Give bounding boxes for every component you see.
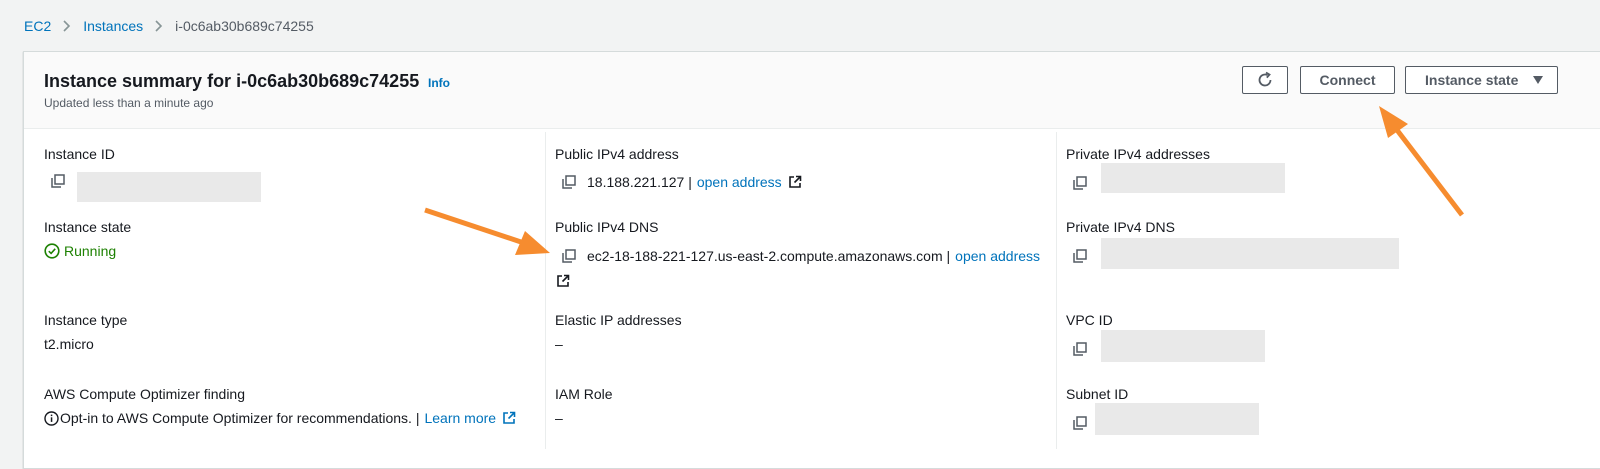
external-link-icon[interactable] — [788, 175, 802, 189]
breadcrumb: EC2 Instances i-0c6ab30b689c74255 — [24, 16, 314, 36]
public-dns-label: Public IPv4 DNS — [555, 219, 659, 235]
external-link-icon[interactable] — [502, 411, 516, 425]
instance-state-label: Instance state — [44, 219, 132, 235]
instance-id-label: Instance ID — [44, 146, 115, 162]
caret-down-icon — [1532, 75, 1544, 85]
vpc-id-value — [1073, 342, 1098, 356]
redacted-subnet-id — [1095, 403, 1259, 435]
open-address-link[interactable]: open address — [955, 248, 1040, 264]
instance-id-value — [51, 174, 76, 188]
chevron-right-icon — [155, 20, 163, 32]
vpc-id-label: VPC ID — [1066, 312, 1113, 328]
running-status: Running — [64, 243, 117, 259]
subnet-id-label: Subnet ID — [1066, 386, 1129, 402]
redacted-vpc-id — [1101, 330, 1265, 362]
instance-state-dropdown[interactable]: Instance state — [1405, 66, 1558, 94]
copy-icon[interactable] — [562, 249, 576, 263]
private-ipv4-label: Private IPv4 addresses — [1066, 146, 1210, 162]
instance-state-value: Running — [44, 243, 116, 259]
refresh-icon — [1256, 71, 1274, 89]
copy-icon[interactable] — [1073, 416, 1087, 430]
public-ipv4-value: 18.188.221.127 | open address — [562, 174, 802, 190]
refresh-button[interactable] — [1242, 66, 1288, 94]
instance-type-label: Instance type — [44, 312, 128, 328]
connect-button[interactable]: Connect — [1300, 66, 1395, 94]
copy-icon[interactable] — [1073, 342, 1087, 356]
instance-type-value: t2.micro — [44, 336, 94, 352]
instance-state-dropdown-label: Instance state — [1425, 72, 1519, 88]
copy-icon[interactable] — [51, 174, 65, 188]
info-circle-icon — [44, 410, 59, 426]
open-address-link[interactable]: open address — [697, 174, 782, 190]
breadcrumb-ec2[interactable]: EC2 — [24, 18, 51, 34]
optimizer-text: Opt-in to AWS Compute Optimizer for reco… — [60, 410, 420, 426]
private-dns-label: Private IPv4 DNS — [1066, 219, 1175, 235]
optimizer-value: Opt-in to AWS Compute Optimizer for reco… — [44, 410, 516, 426]
check-circle-icon — [44, 243, 60, 259]
external-link-icon[interactable] — [556, 274, 570, 288]
chevron-right-icon — [63, 20, 71, 32]
column-divider — [1056, 132, 1057, 449]
copy-icon[interactable] — [1073, 249, 1087, 263]
public-ipv4-label: Public IPv4 address — [555, 146, 679, 162]
public-dns-value: ec2-18-188-221-127.us-east-2.compute.ama… — [562, 248, 1040, 264]
private-dns-value — [1073, 249, 1098, 263]
panel-header: Instance summary for i-0c6ab30b689c74255… — [24, 52, 1600, 129]
elastic-ip-value: – — [555, 336, 563, 352]
optimizer-label: AWS Compute Optimizer finding — [44, 386, 245, 402]
public-dns-text: ec2-18-188-221-127.us-east-2.compute.ama… — [587, 248, 951, 264]
updated-subtitle: Updated less than a minute ago — [44, 96, 214, 110]
instance-summary-panel: Instance summary for i-0c6ab30b689c74255… — [23, 51, 1600, 469]
iam-role-value: – — [555, 410, 563, 426]
learn-more-link[interactable]: Learn more — [424, 410, 496, 426]
column-divider — [545, 132, 546, 449]
public-ipv4-text: 18.188.221.127 | — [587, 174, 692, 190]
breadcrumb-instances[interactable]: Instances — [83, 18, 143, 34]
copy-icon[interactable] — [1073, 176, 1087, 190]
redacted-private-ipv4 — [1101, 163, 1285, 193]
iam-role-label: IAM Role — [555, 386, 613, 402]
private-ipv4-value — [1073, 176, 1098, 190]
copy-icon[interactable] — [562, 175, 576, 189]
page-title: Instance summary for i-0c6ab30b689c74255 — [44, 71, 420, 91]
elastic-ip-label: Elastic IP addresses — [555, 312, 682, 328]
redacted-instance-id — [77, 172, 261, 202]
breadcrumb-current: i-0c6ab30b689c74255 — [175, 18, 314, 34]
info-link[interactable]: Info — [428, 76, 450, 90]
redacted-private-dns — [1101, 238, 1399, 269]
